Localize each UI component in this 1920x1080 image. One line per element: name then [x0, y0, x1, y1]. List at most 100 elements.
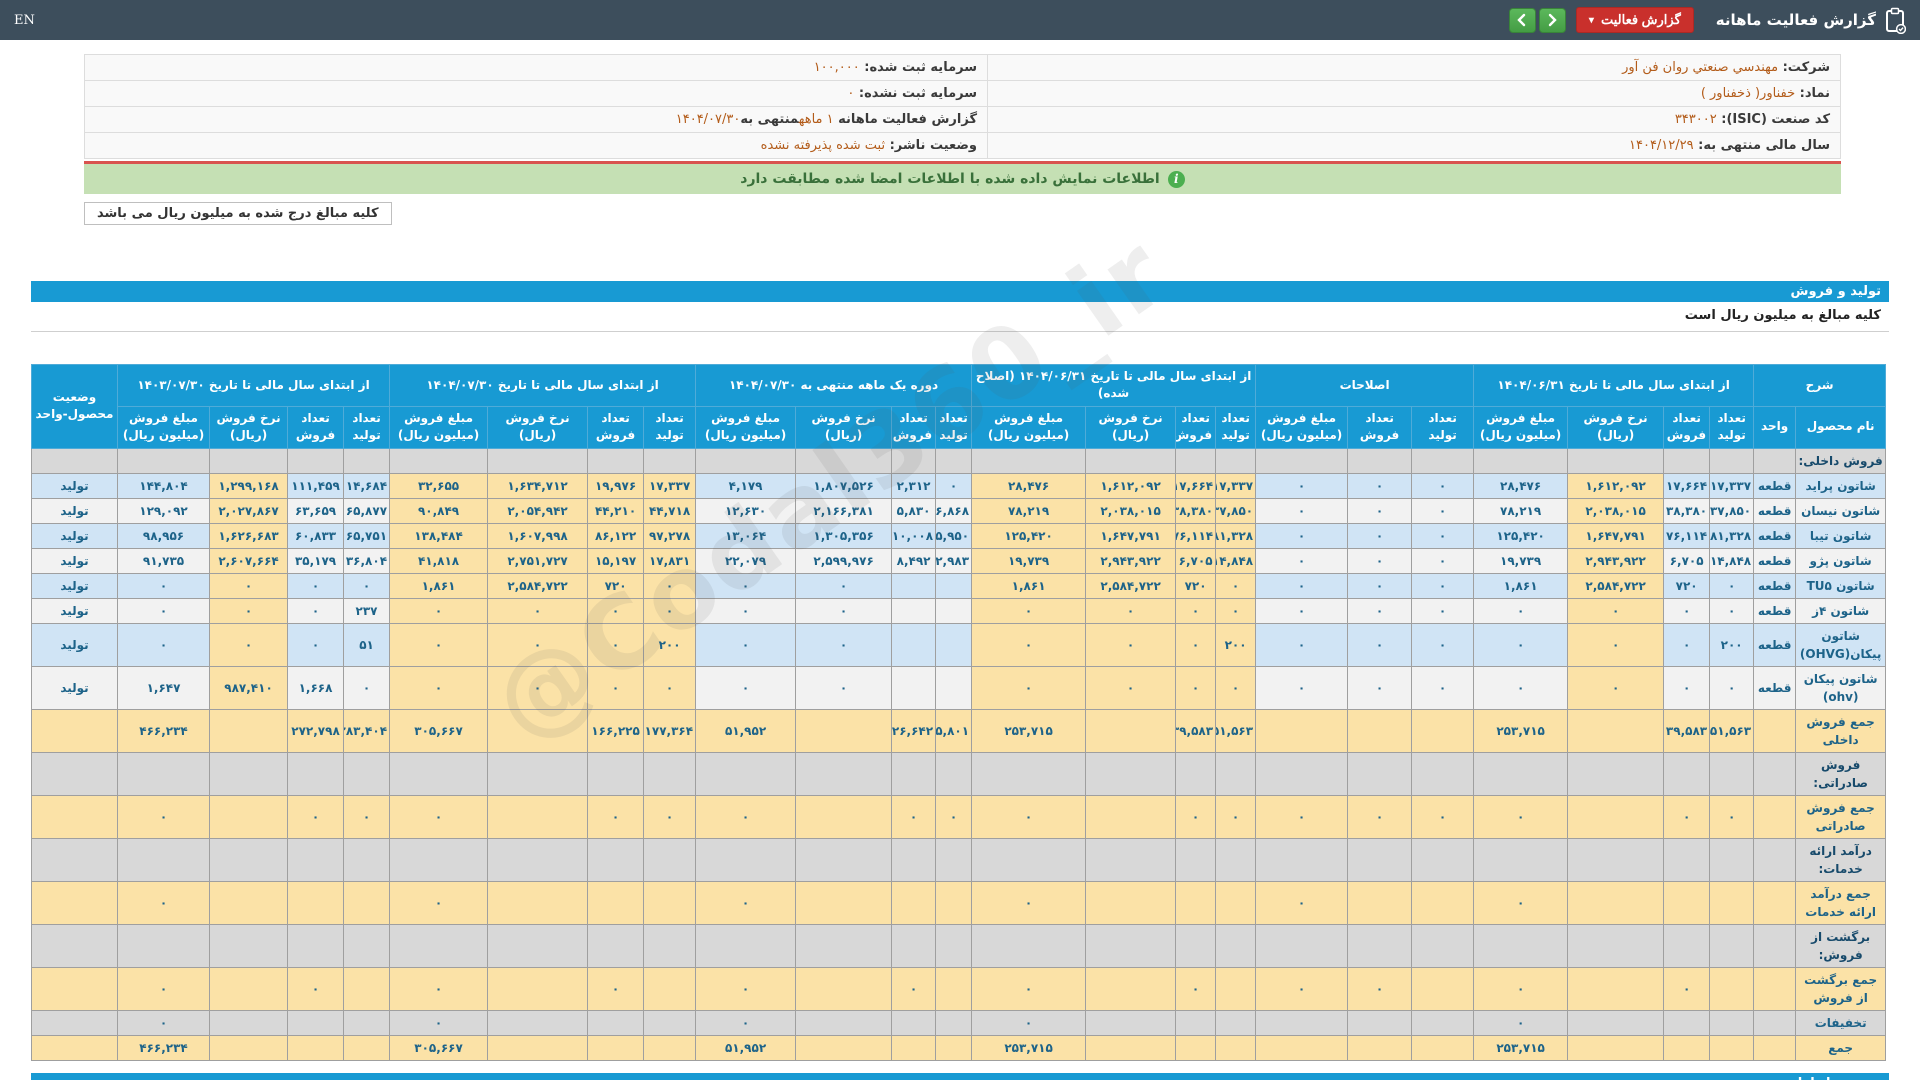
- value-cell: ۱۲۹,۰۹۲: [116, 497, 211, 524]
- product-name-cell: تخفیفات: [1795, 1009, 1887, 1036]
- report-type-label: گزارش فعالیت: [1600, 12, 1681, 27]
- info-label: سرمایه ثبت نشده:: [854, 86, 977, 101]
- empty-cell: [795, 837, 893, 882]
- amounts-note: کلیه مبالغ درج شده به میلیون ریال می باش…: [84, 202, 392, 225]
- value-cell: [1709, 1034, 1755, 1061]
- value-cell: [935, 880, 973, 925]
- total-row: جمع درآمد ارائه خدمات ۰ ۰ ۰ ۰ ۰ ۰: [31, 880, 1887, 925]
- table-row: شاتون تیبا قطعه ۸۱,۳۲۸ ۷۶,۱۱۴ ۱,۶۴۷,۷۹۱ ۱۲۵,۴…: [31, 522, 1887, 549]
- empty-cell: [587, 923, 645, 968]
- empty-cell: [1085, 923, 1177, 968]
- empty-cell: [1709, 837, 1755, 882]
- value-cell: ۲۵,۸۰۱: [935, 708, 973, 753]
- report-type-dropdown[interactable]: گزارش فعالیت ▾: [1575, 7, 1694, 33]
- language-toggle-en[interactable]: EN: [14, 13, 35, 28]
- empty-cell: [487, 751, 589, 796]
- value-cell: [1215, 880, 1257, 925]
- value-cell: ۵۱: [343, 622, 391, 667]
- empty-cell: [1175, 923, 1217, 968]
- status-column-header: وضعیت محصول-واحد: [31, 364, 118, 449]
- previous-report-button[interactable]: [1508, 7, 1536, 33]
- value-cell: [795, 1009, 893, 1036]
- value-cell: ۲۰۰: [1709, 622, 1755, 667]
- status-cell: [31, 1034, 118, 1061]
- status-cell: تولید: [31, 497, 118, 524]
- section-row: درآمد ارائه خدمات:: [31, 837, 1887, 882]
- value-cell: [935, 1009, 973, 1036]
- unit-cell: [1753, 708, 1797, 753]
- empty-cell: [695, 923, 797, 968]
- product-name-cell: جمع: [1795, 1034, 1887, 1061]
- value-cell: ۴۴,۲۱۰: [587, 497, 645, 524]
- empty-cell: [643, 751, 697, 796]
- value-cell: ۰: [935, 472, 973, 499]
- value-cell: ۰: [1255, 472, 1349, 499]
- table-row: شاتون نیسان قطعه ۳۷,۸۵۰ ۳۸,۳۸۰ ۲,۰۳۸,۰۱۵ ۷۸,۲…: [31, 497, 1887, 524]
- value-cell: ۹۰,۸۴۹: [389, 497, 489, 524]
- info-value: ۱ ماهه: [798, 112, 834, 127]
- value-cell: ۰: [1473, 880, 1569, 925]
- value-cell: ۰: [1347, 665, 1413, 710]
- section-label: برگشت از فروش:: [1795, 923, 1887, 968]
- value-cell: ۱,۶۳۴,۷۱۲: [487, 472, 589, 499]
- value-cell: ۰: [343, 794, 391, 839]
- value-cell: ۱,۸۰۷,۵۲۶: [795, 472, 893, 499]
- value-cell: ۳۵,۱۷۹: [287, 547, 345, 574]
- empty-cell: [1255, 837, 1349, 882]
- value-cell: [1175, 1009, 1217, 1036]
- value-cell: ۷۲۰: [1663, 572, 1711, 599]
- metric-header: تعداد فروش: [587, 405, 645, 449]
- empty-cell: [1473, 447, 1569, 474]
- value-cell: ۰: [695, 597, 797, 624]
- info-cell: شرکت: مهندسي صنعتي روان فن آور: [987, 54, 1841, 81]
- value-cell: ۰: [1085, 665, 1177, 710]
- value-cell: [643, 1034, 697, 1061]
- empty-cell: [1215, 751, 1257, 796]
- info-label: منتهی به: [740, 112, 799, 127]
- table-row: شاتون پژو قطعه ۱۴,۸۴۸ ۶,۷۰۵ ۲,۹۴۳,۹۲۲ ۱۹,۷۳۹ ۰…: [31, 547, 1887, 574]
- value-cell: ۳۷,۸۵۰: [1709, 497, 1755, 524]
- value-cell: ۰: [1411, 665, 1475, 710]
- metric-header: نرخ فروش (ریال): [795, 405, 893, 449]
- metric-header: تعداد تولید: [643, 405, 697, 449]
- value-cell: ۰: [643, 665, 697, 710]
- value-cell: ۰: [1255, 572, 1349, 599]
- empty-cell: [1567, 447, 1665, 474]
- value-cell: ۸۶,۱۲۲: [587, 522, 645, 549]
- value-cell: ۰: [1567, 665, 1665, 710]
- value-cell: ۰: [971, 1009, 1087, 1036]
- value-cell: [1347, 1009, 1413, 1036]
- empty-cell: [1411, 837, 1475, 882]
- info-cell: وضعیت ناشر: ثبت شده پذیرفته نشده: [84, 132, 988, 159]
- empty-cell: [971, 447, 1087, 474]
- product-name-cell: جمع برگشت از فروش: [1795, 966, 1887, 1011]
- empty-cell: [695, 837, 797, 882]
- value-cell: ۰: [795, 597, 893, 624]
- value-cell: [643, 880, 697, 925]
- empty-cell: [31, 837, 118, 882]
- info-label: گزارش فعالیت ماهانه: [833, 112, 977, 127]
- table-row: شاتون پراید قطعه ۱۷,۳۳۷ ۱۷,۶۶۴ ۱,۶۱۲,۰۹۲ ۲۸,۴…: [31, 472, 1887, 499]
- value-cell: [1347, 708, 1413, 753]
- value-cell: ۰: [695, 665, 797, 710]
- unit-cell: قطعه: [1753, 665, 1797, 710]
- value-cell: ۰: [209, 597, 289, 624]
- value-cell: ۰: [287, 794, 345, 839]
- unit-cell: قطعه: [1753, 497, 1797, 524]
- metric-header: تعداد تولید: [1411, 405, 1475, 449]
- value-cell: ۷۶,۱۱۴: [1663, 522, 1711, 549]
- value-cell: [795, 708, 893, 753]
- value-cell: [1085, 708, 1177, 753]
- metric-header: تعداد فروش: [891, 405, 937, 449]
- value-cell: [891, 597, 937, 624]
- value-cell: ۲۷۲,۷۹۸: [287, 708, 345, 753]
- value-cell: ۲,۰۳۸,۰۱۵: [1085, 497, 1177, 524]
- empty-cell: [1255, 751, 1349, 796]
- empty-cell: [389, 447, 489, 474]
- empty-cell: [1663, 447, 1711, 474]
- empty-cell: [31, 751, 118, 796]
- clipboard-icon: [1884, 7, 1906, 34]
- next-report-button[interactable]: [1538, 7, 1566, 33]
- value-cell: ۰: [1411, 522, 1475, 549]
- signature-notice-text: اطلاعات نمایش داده شده با اطلاعات امضا ش…: [740, 171, 1160, 187]
